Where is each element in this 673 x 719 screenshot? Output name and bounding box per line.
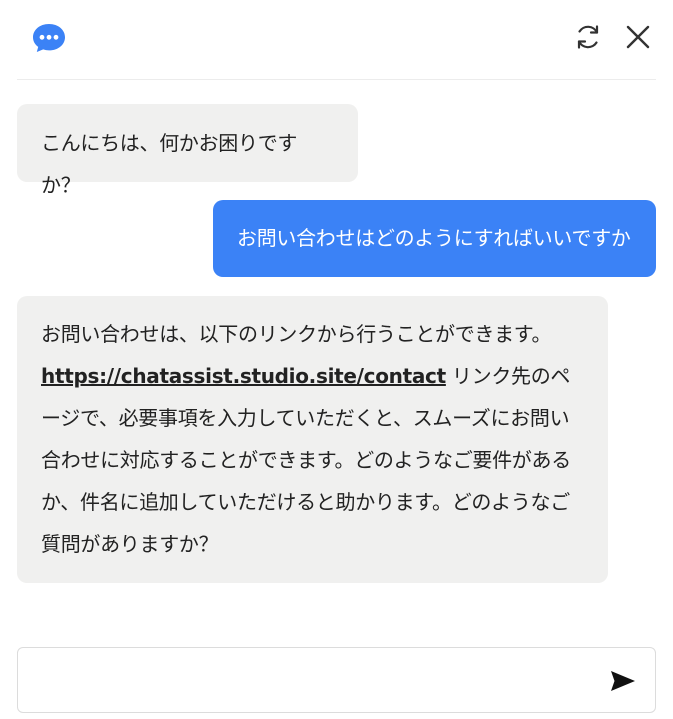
message-text-block: お問い合わせは、以下のリンクから行うことができます。 https://chatas… <box>41 313 584 565</box>
user-message: お問い合わせはどのようにすればいいですか <box>213 200 656 277</box>
chat-header <box>17 0 656 80</box>
message-text: お問い合わせはどのようにすればいいですか <box>237 226 631 250</box>
refresh-icon <box>577 25 599 49</box>
chat-bubble-icon <box>31 21 67 55</box>
close-button[interactable] <box>623 22 653 52</box>
message-text: こんにちは、何かお困りですか？ <box>41 131 298 197</box>
message-input[interactable] <box>32 658 596 704</box>
message-text: お問い合わせは、以下のリンクから行うことができます。 <box>41 322 552 346</box>
chat-widget: こんにちは、何かお困りですか？ お問い合わせはどのようにすればいいですか お問い… <box>0 0 673 719</box>
close-icon <box>626 25 650 49</box>
message-composer <box>17 647 656 713</box>
bot-message: こんにちは、何かお困りですか？ <box>17 104 358 197</box>
message-text: リンク先のページで、必要事項を入力していただくと、スムーズにお問い合わせに対応す… <box>41 364 571 556</box>
send-button[interactable] <box>607 666 639 696</box>
refresh-button[interactable] <box>573 22 603 52</box>
send-icon <box>611 671 635 691</box>
bot-message: お問い合わせは、以下のリンクから行うことができます。 https://chatas… <box>17 296 608 583</box>
contact-link[interactable]: https://chatassist.studio.site/contact <box>41 364 446 388</box>
